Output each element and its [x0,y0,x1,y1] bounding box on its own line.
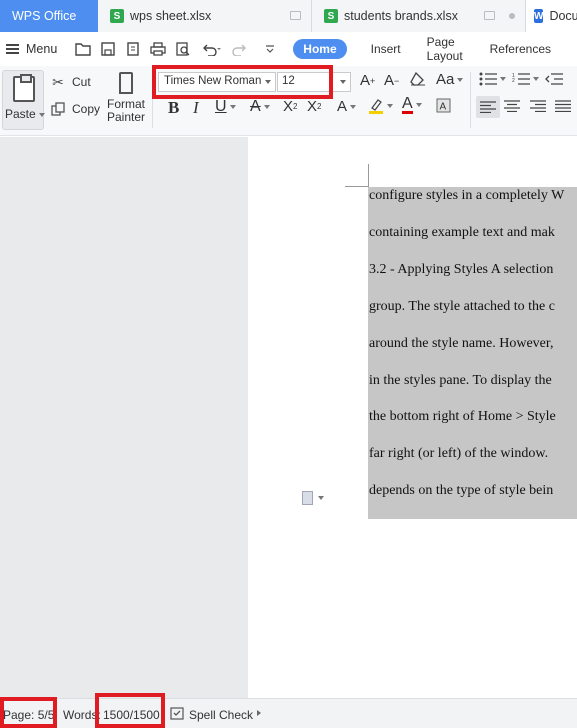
window-icon[interactable] [484,11,495,20]
subscript-icon[interactable]: X2 [307,98,321,115]
export-pdf-icon[interactable] [125,41,141,57]
paintbrush-icon [119,72,133,94]
redo-icon[interactable] [231,41,253,57]
open-folder-icon[interactable] [75,41,91,57]
clear-format-icon[interactable] [410,72,426,86]
paste-button[interactable]: Paste [2,70,45,130]
text-effect-icon[interactable]: A [337,98,357,115]
numbered-list-icon[interactable]: 12 [512,72,539,86]
unsaved-dot-icon[interactable] [509,13,515,19]
tab-label: students brands.xlsx [344,9,458,23]
align-right-icon[interactable] [530,100,546,112]
highlight-box-words [95,693,165,728]
tab-wps-office-label: WPS Office [12,9,77,23]
document-line: containing example text and mak [369,225,555,240]
menu-label: Menu [26,42,58,56]
menu-bar: Menu Home Insert Page Layout References [0,32,577,66]
ribbon-home: Paste ✂ Cut Copy Format Painter Times Ne… [0,65,577,136]
menu-button[interactable]: Menu [6,42,57,56]
tab-home[interactable]: Home [293,39,347,59]
chevron-down-icon [39,113,45,117]
tab-insert[interactable]: Insert [371,42,401,56]
tab-wps-sheet[interactable]: S wps sheet.xlsx [98,0,312,32]
change-case-icon[interactable]: Aa [436,71,464,88]
paste-label: Paste [5,107,36,121]
format-painter-button[interactable]: Format Painter [104,72,148,124]
title-tab-bar: WPS Office S wps sheet.xlsx S students b… [0,0,577,32]
italic-icon[interactable]: I [193,98,199,118]
justify-icon[interactable] [555,100,571,112]
clipboard-icon [13,74,35,102]
tab-label: Docu [549,9,577,23]
align-center-icon[interactable] [504,100,520,112]
customize-dropdown-icon[interactable] [262,41,278,57]
copy-icon [50,101,66,117]
svg-text:2: 2 [512,78,515,84]
document-line: in the styles pane. To display the [369,373,552,388]
hamburger-icon [6,44,19,54]
spell-check-button[interactable]: Spell Check [189,708,253,722]
document-line: 3.2 - Applying Styles A selection [369,262,554,277]
divider [470,72,471,128]
margin-corner-mark [368,164,369,187]
tab-label: wps sheet.xlsx [130,9,212,23]
bold-icon[interactable]: B [168,98,179,118]
document-line: the bottom right of Home > Style [369,409,556,424]
align-left-icon[interactable] [476,96,500,118]
highlight-color-icon[interactable] [368,98,393,114]
undo-icon[interactable] [200,41,222,57]
document-line: around the style name. However, [369,336,554,351]
chevron-right-icon[interactable] [257,710,261,716]
document-line: far right (or left) of the window. [369,446,549,461]
spell-check-icon [170,707,184,723]
chevron-down-icon [340,80,346,84]
tab-students-brands[interactable]: S students brands.xlsx [312,0,526,32]
svg-text:A: A [440,102,447,113]
decrease-indent-icon[interactable] [545,72,563,86]
highlight-box-font [152,65,333,99]
cut-button[interactable]: ✂ Cut [50,74,91,90]
cut-label: Cut [72,75,91,89]
bullet-list-icon[interactable] [479,72,506,86]
save-icon[interactable] [100,41,116,57]
tab-wps-office[interactable]: WPS Office [0,0,98,32]
font-color-icon[interactable]: A [402,96,422,114]
decrease-font-icon[interactable]: A − [384,72,399,89]
tab-page-layout[interactable]: Page Layout [427,35,464,63]
writer-doc-icon: W [534,9,544,23]
document-marker-icon[interactable] [302,491,324,505]
window-icon[interactable] [290,11,301,20]
quick-access-toolbar [75,41,287,57]
copy-button[interactable]: Copy [50,101,100,117]
document-line: depends on the type of style bein [369,483,554,498]
print-preview-icon[interactable] [175,41,191,57]
strikethrough-icon[interactable]: A [250,98,270,116]
spreadsheet-icon: S [110,9,124,23]
document-line: configure styles in a completely W [369,188,565,203]
copy-label: Copy [72,102,101,116]
scissors-icon: ✂ [52,73,64,90]
char-shading-icon[interactable]: A [436,98,451,113]
tab-document[interactable]: W Docu [526,0,577,32]
format-painter-label-2: Painter [106,110,146,124]
spreadsheet-icon: S [324,9,338,23]
tab-references[interactable]: References [490,42,551,56]
highlight-box-page [0,697,57,728]
superscript-icon[interactable]: X2 [283,98,297,115]
print-icon[interactable] [150,41,166,57]
increase-font-icon[interactable]: A + [360,72,375,89]
underline-icon[interactable]: U [215,98,236,116]
status-bar: Page: 5/5 Words: 1500/1500 Spell Check [0,698,577,728]
document-line: group. The style attached to the c [369,299,555,314]
margin-corner-mark [345,186,369,187]
